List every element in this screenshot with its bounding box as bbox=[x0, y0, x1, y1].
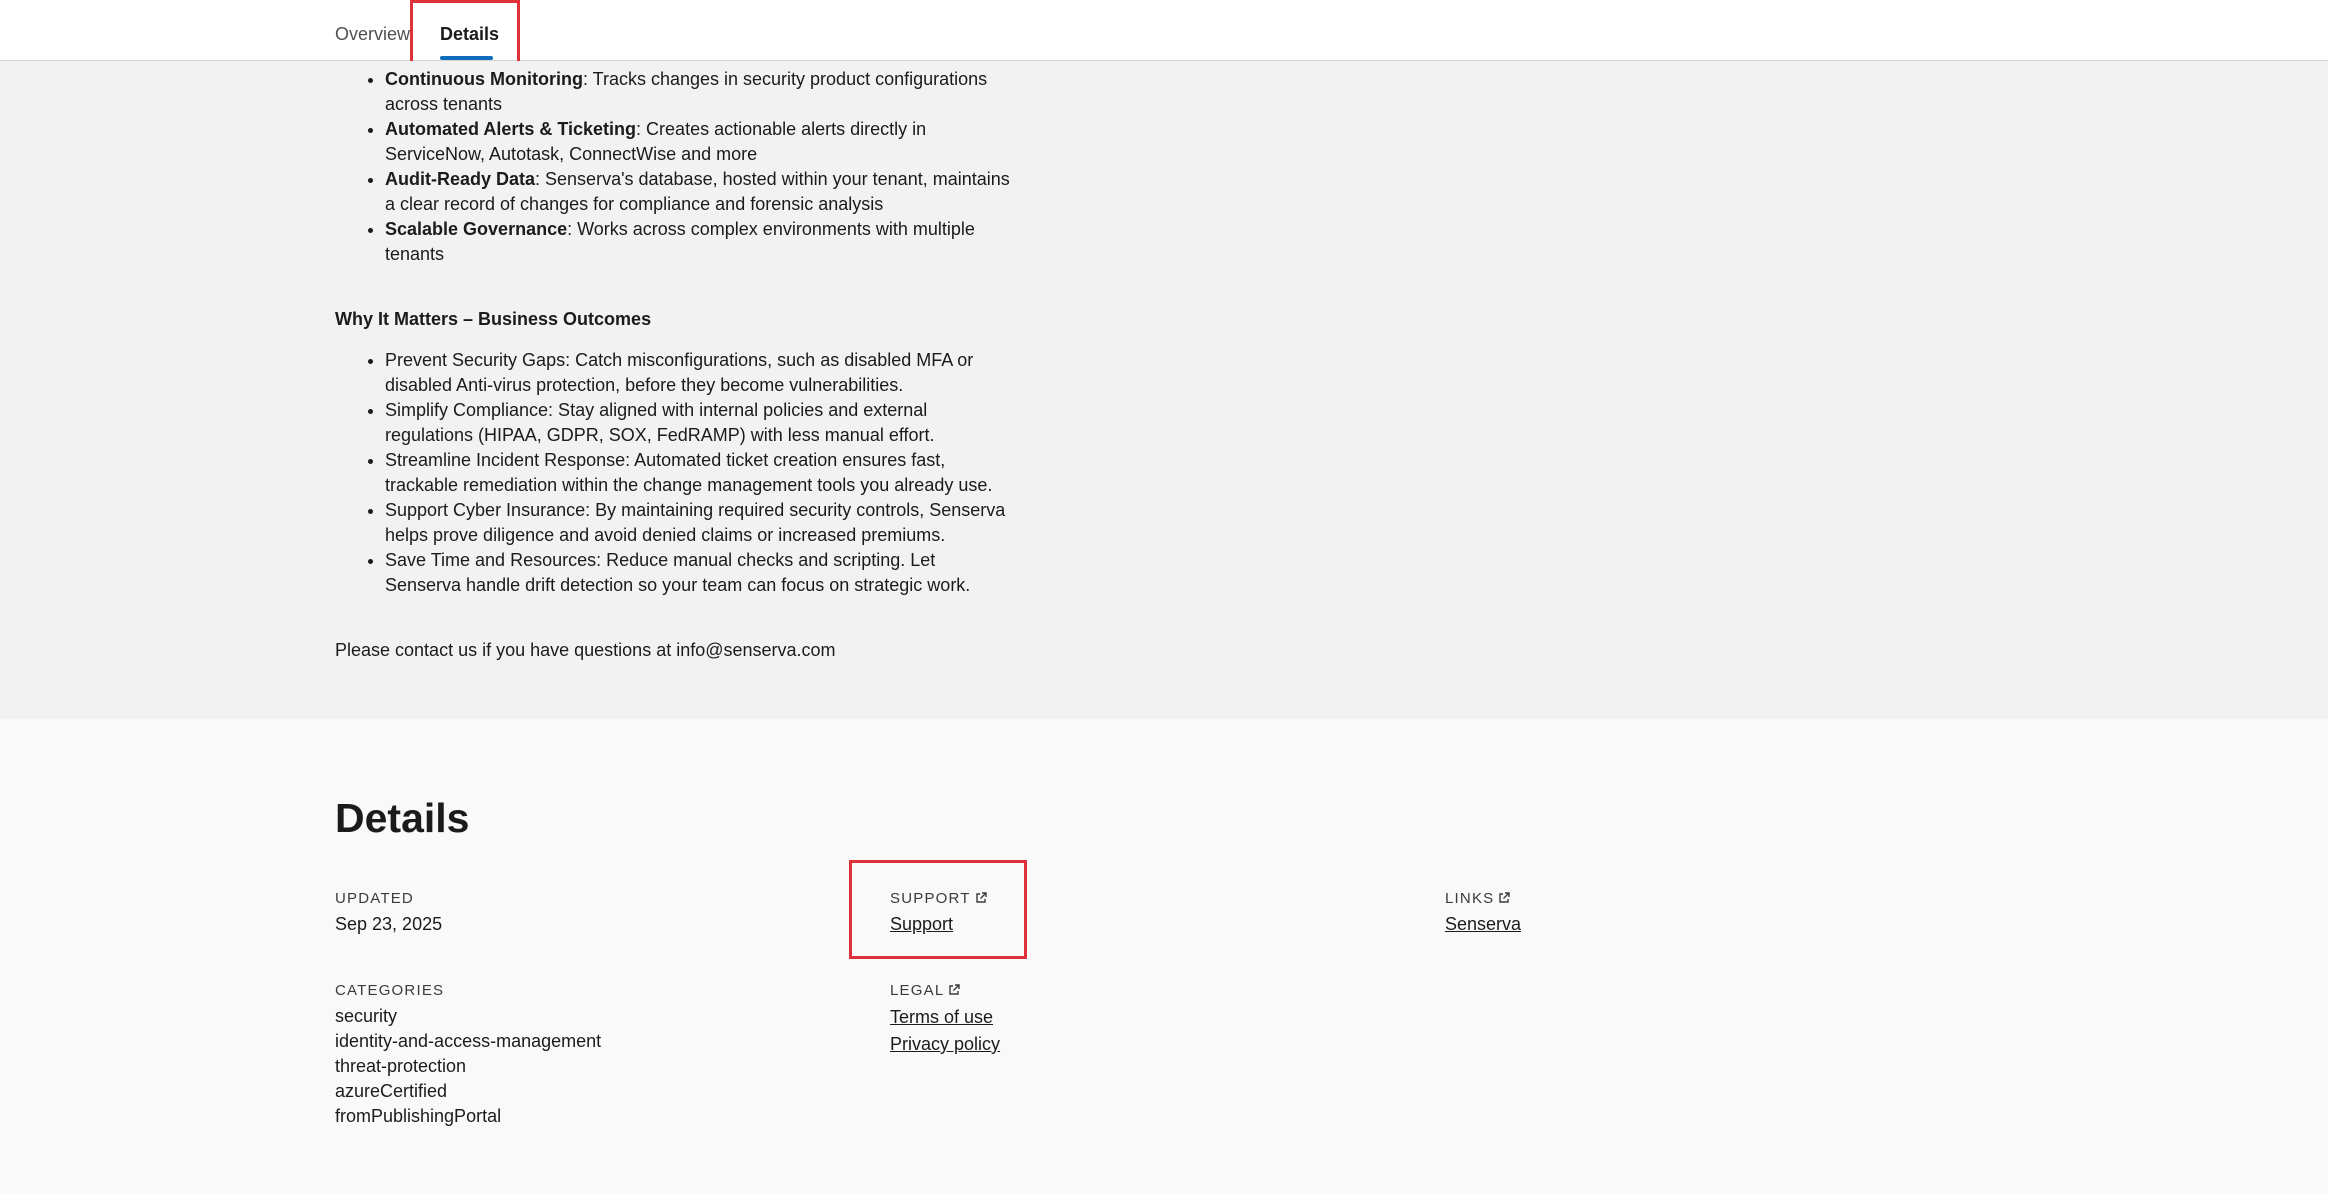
links-label: LINKS bbox=[1445, 890, 1511, 907]
terms-of-use-link[interactable]: Terms of use bbox=[890, 1004, 1000, 1031]
outcomes-title: Why It Matters – Business Outcomes bbox=[335, 309, 652, 329]
list-item: Save Time and Resources: Reduce manual c… bbox=[385, 548, 1015, 598]
details-heading: Details bbox=[335, 795, 470, 841]
description-section: Continuous Monitoring: Tracks changes in… bbox=[335, 61, 2328, 719]
list-item: Continuous Monitoring: Tracks changes in… bbox=[385, 67, 1015, 117]
external-link-icon bbox=[975, 892, 987, 903]
tab-bar: Overview Details bbox=[0, 0, 2328, 61]
legal-label: LEGAL bbox=[890, 982, 961, 999]
list-item: Simplify Compliance: Stay aligned with i… bbox=[385, 398, 1015, 448]
details-section: Details UPDATED Sep 23, 2025 SUPPORT Sup… bbox=[0, 719, 2328, 1194]
tab-overview[interactable]: Overview bbox=[335, 0, 410, 60]
support-link[interactable]: Support bbox=[890, 912, 953, 937]
senserva-link[interactable]: Senserva bbox=[1445, 912, 1521, 937]
feature-list: Continuous Monitoring: Tracks changes in… bbox=[335, 67, 1015, 267]
list-item: Support Cyber Insurance: By maintaining … bbox=[385, 498, 1015, 548]
highlight-support bbox=[849, 860, 1027, 959]
categories-list: security identity-and-access-management … bbox=[335, 1004, 601, 1129]
category-item: security bbox=[335, 1006, 398, 1026]
privacy-policy-link[interactable]: Privacy policy bbox=[890, 1031, 1000, 1058]
list-item: Prevent Security Gaps: Catch misconfigur… bbox=[385, 348, 1015, 398]
support-label: SUPPORT bbox=[890, 890, 987, 907]
category-item: fromPublishingPortal bbox=[335, 1106, 502, 1126]
updated-label: UPDATED bbox=[335, 890, 414, 907]
category-item: identity-and-access-management bbox=[335, 1031, 602, 1051]
external-link-icon bbox=[949, 984, 961, 995]
category-item: threat-protection bbox=[335, 1056, 467, 1076]
outcomes-list: Prevent Security Gaps: Catch misconfigur… bbox=[335, 348, 1015, 598]
list-item: Streamline Incident Response: Automated … bbox=[385, 448, 1015, 498]
categories-label: CATEGORIES bbox=[335, 982, 445, 999]
external-link-icon bbox=[1499, 892, 1511, 903]
active-tab-indicator bbox=[440, 56, 493, 60]
list-item: Audit-Ready Data: Senserva's database, h… bbox=[385, 167, 1015, 217]
list-item: Automated Alerts & Ticketing: Creates ac… bbox=[385, 117, 1015, 167]
list-item: Scalable Governance: Works across comple… bbox=[385, 217, 1015, 267]
tab-details[interactable]: Details bbox=[440, 0, 499, 60]
category-item: azureCertified bbox=[335, 1081, 448, 1101]
updated-value: Sep 23, 2025 bbox=[335, 914, 443, 934]
contact-text: Please contact us if you have questions … bbox=[335, 640, 836, 660]
